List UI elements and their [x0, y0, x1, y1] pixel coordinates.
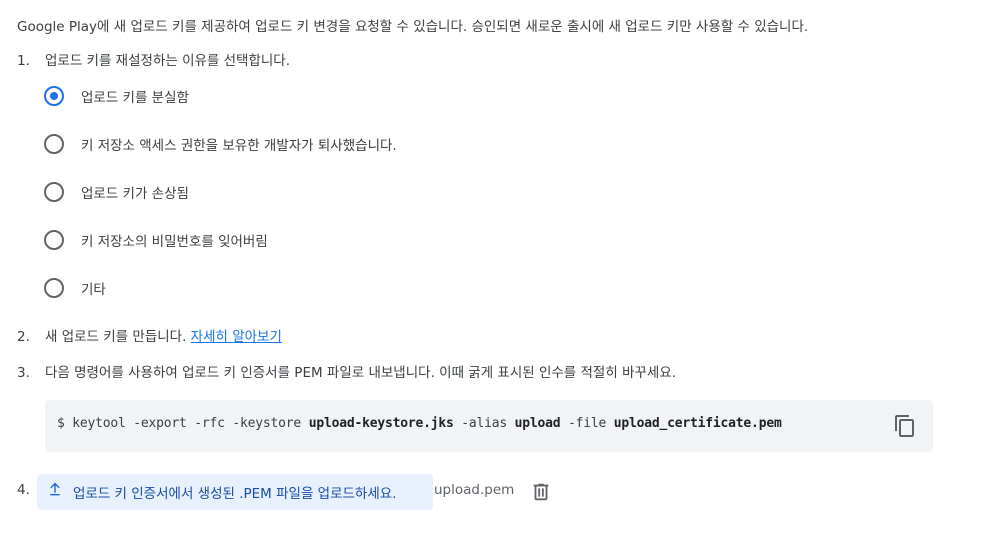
radio-button[interactable]: [44, 278, 64, 298]
step-2-text: 새 업로드 키를 만듭니다.: [45, 329, 191, 345]
radio-label: 기타: [81, 282, 106, 298]
step-number: 1.: [17, 53, 30, 69]
radio-button[interactable]: [44, 134, 64, 154]
command-arg-alias: upload: [514, 416, 561, 431]
radio-label: 업로드 키를 분실함: [81, 90, 189, 106]
step-number: 2.: [17, 329, 30, 345]
command-arg-keystore: upload-keystore.jks: [308, 416, 454, 431]
command-arg-file: upload_certificate.pem: [613, 416, 782, 431]
upload-button-label: 업로드 키 인증서에서 생성된 .PEM 파일을 업로드하세요.: [73, 486, 397, 502]
radio-label: 키 저장소 액세스 권한을 보유한 개발자가 퇴사했습니다.: [81, 138, 397, 154]
step-1-text: 업로드 키를 재설정하는 이유를 선택합니다.: [45, 53, 291, 69]
step-number: 3.: [17, 365, 30, 381]
radio-label: 업로드 키가 손상됨: [81, 186, 189, 202]
copy-icon[interactable]: [893, 414, 917, 438]
command-text[interactable]: $ keytool -export -rfc -keystore upload-…: [57, 416, 782, 431]
step-3: 3. 다음 명령어를 사용하여 업로드 키 인증서를 PEM 파일로 내보냅니다.…: [17, 363, 676, 383]
radio-button[interactable]: [44, 230, 64, 250]
step-number: 4.: [17, 482, 30, 498]
radio-button-checked[interactable]: [44, 86, 64, 106]
command-code-block: $ keytool -export -rfc -keystore upload-…: [45, 400, 933, 452]
step-1: 1. 업로드 키를 재설정하는 이유를 선택합니다.: [17, 51, 290, 71]
upload-icon: [47, 482, 63, 502]
uploaded-file-name: upload.pem: [434, 482, 515, 498]
step-3-text: 다음 명령어를 사용하여 업로드 키 인증서를 PEM 파일로 내보냅니다. 이…: [45, 365, 677, 381]
radio-option-other[interactable]: 기타: [44, 276, 106, 300]
intro-text: Google Play에 새 업로드 키를 제공하여 업로드 키 변경을 요청할…: [17, 19, 809, 35]
radio-option-key-compromised[interactable]: 업로드 키가 손상됨: [44, 180, 189, 204]
radio-option-forgot-password[interactable]: 키 저장소의 비밀번호를 잊어버림: [44, 228, 268, 252]
command-part: -file: [560, 416, 614, 431]
radio-label: 키 저장소의 비밀번호를 잊어버림: [81, 234, 268, 250]
step-2: 2. 새 업로드 키를 만듭니다. 자세히 알아보기: [17, 327, 282, 347]
command-part: -alias: [453, 416, 515, 431]
command-part: $ keytool -export -rfc -keystore: [57, 416, 309, 431]
radio-button[interactable]: [44, 182, 64, 202]
trash-icon[interactable]: [530, 481, 552, 503]
upload-pem-button[interactable]: 업로드 키 인증서에서 생성된 .PEM 파일을 업로드하세요.: [37, 474, 433, 510]
radio-option-developer-left[interactable]: 키 저장소 액세스 권한을 보유한 개발자가 퇴사했습니다.: [44, 132, 397, 156]
radio-option-lost-key[interactable]: 업로드 키를 분실함: [44, 84, 189, 108]
learn-more-link[interactable]: 자세히 알아보기: [191, 329, 282, 345]
